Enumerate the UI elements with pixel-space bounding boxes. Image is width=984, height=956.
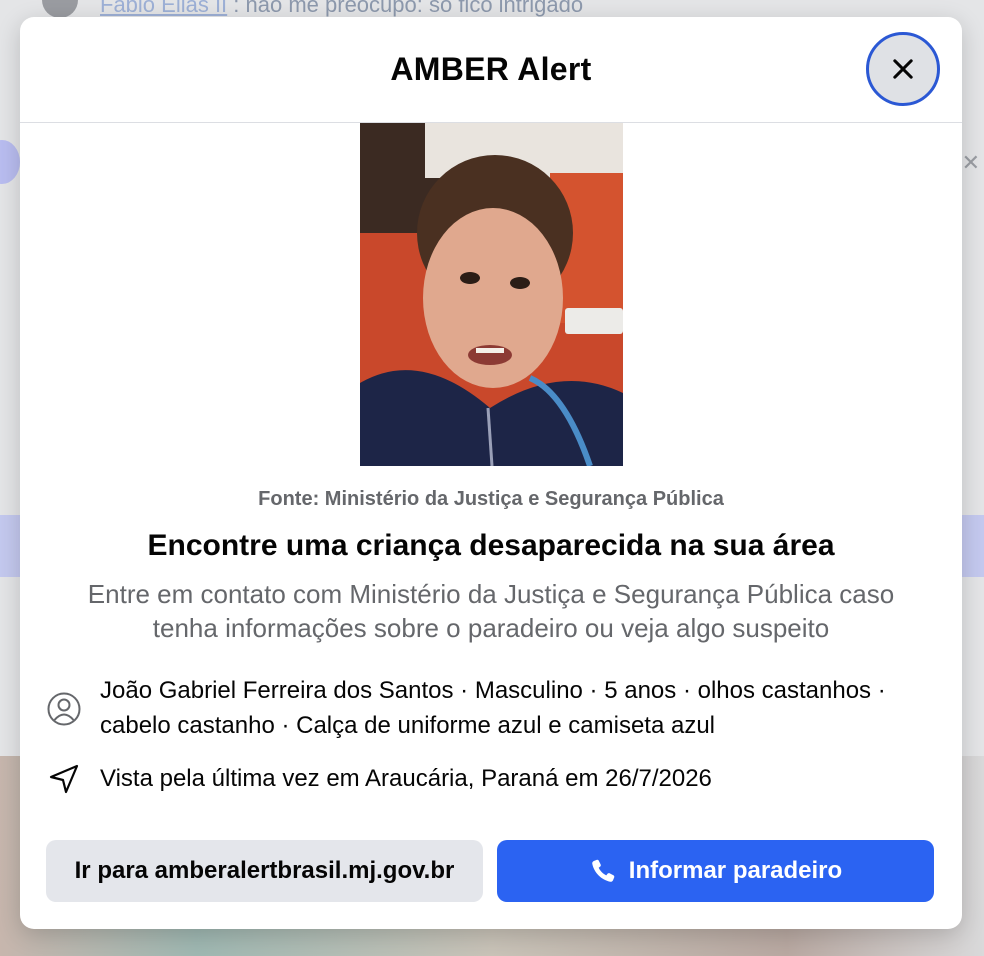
background-close-icon: ✕ bbox=[961, 150, 980, 175]
background-element bbox=[962, 515, 984, 577]
comment-text: : não me preocupo: só fico intrigado bbox=[233, 0, 584, 17]
dialog-actions: Ir para amberalertbrasil.mj.gov.br Infor… bbox=[46, 840, 934, 902]
amber-alert-dialog: AMBER Alert Fonte: Ministério da Justiça… bbox=[20, 17, 962, 929]
dialog-header: AMBER Alert bbox=[20, 17, 962, 123]
missing-child-photo bbox=[359, 123, 623, 466]
close-icon bbox=[893, 59, 913, 79]
report-whereabouts-label: Informar paradeiro bbox=[628, 857, 843, 884]
person-icon bbox=[47, 692, 81, 726]
comment-author: Fabio Elias II bbox=[100, 0, 228, 17]
location-description: Vista pela última vez em Araucária, Para… bbox=[100, 765, 712, 792]
phone-icon bbox=[592, 859, 615, 882]
person-description: João Gabriel Ferreira dos Santos · Mascu… bbox=[100, 677, 886, 739]
background-element bbox=[0, 515, 20, 577]
background-element bbox=[0, 140, 20, 184]
background-comment: Fabio Elias II : não me preocupo: só fic… bbox=[100, 0, 800, 18]
comment-avatar bbox=[42, 0, 78, 18]
location-arrow-icon bbox=[49, 764, 79, 794]
website-button[interactable]: Ir para amberalertbrasil.mj.gov.br bbox=[46, 840, 483, 902]
alert-description: Entre em contato com Ministério da Justi… bbox=[87, 579, 895, 643]
person-details-row: João Gabriel Ferreira dos Santos · Mascu… bbox=[20, 673, 962, 743]
source-label: Fonte: Ministério da Justiça e Segurança… bbox=[258, 488, 724, 510]
dialog-title: AMBER Alert bbox=[390, 51, 592, 87]
website-button-label: Ir para amberalertbrasil.mj.gov.br bbox=[74, 857, 455, 884]
close-button[interactable] bbox=[866, 32, 940, 106]
location-details-row: Vista pela última vez em Araucária, Para… bbox=[20, 761, 962, 797]
report-whereabouts-button[interactable]: Informar paradeiro bbox=[497, 840, 934, 902]
photo-container bbox=[20, 123, 962, 466]
alert-headline: Encontre uma criança desaparecida na sua… bbox=[147, 529, 835, 562]
